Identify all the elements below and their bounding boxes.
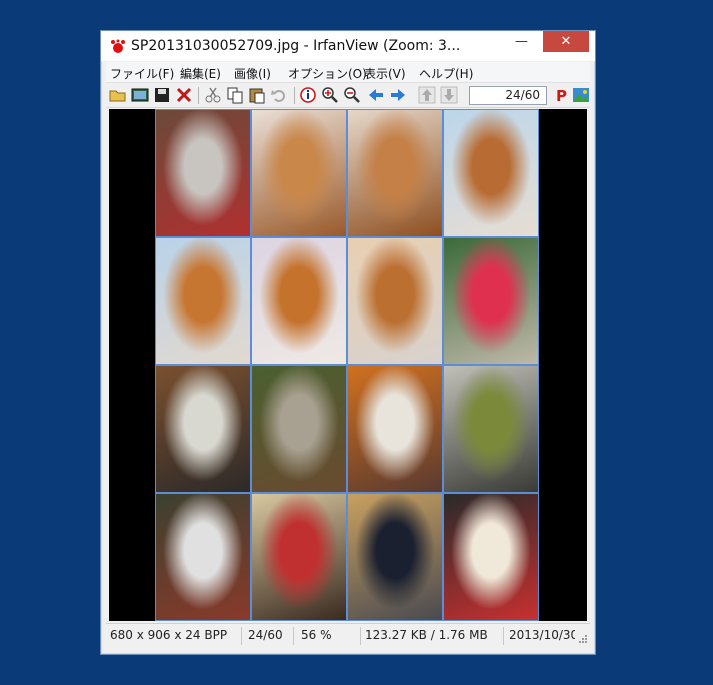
status-separator — [241, 627, 242, 645]
photo-tile-pomeranian-face — [155, 237, 251, 365]
first-file-icon[interactable] — [418, 86, 436, 104]
photo-tile-stone-lantern-night — [347, 493, 443, 621]
status-separator — [360, 627, 361, 645]
photo-tile-silver-plant-pot — [155, 365, 251, 493]
status-bar: 680 x 906 x 24 BPP 24/60 56 % 123.27 KB … — [106, 623, 590, 647]
zoom-out-icon[interactable] — [343, 86, 361, 104]
info-icon[interactable] — [299, 86, 317, 104]
status-file-size: 123.27 KB / 1.76 MB — [365, 628, 488, 642]
print-icon[interactable]: P — [553, 86, 571, 104]
photo-tile-pomeranian-sleeping-1 — [251, 109, 347, 237]
status-separator — [293, 627, 294, 645]
photo-tile-mask-display — [443, 493, 539, 621]
menu-image[interactable]: 画像(I) — [234, 65, 271, 82]
close-button[interactable]: ✕ — [543, 31, 589, 52]
status-separator — [503, 627, 504, 645]
photo-tile-festival-stalls — [251, 493, 347, 621]
photo-tile-bonsai-pots — [251, 365, 347, 493]
toolbar-separator — [198, 87, 199, 104]
undo-icon[interactable] — [270, 86, 288, 104]
irfanview-logo-icon — [111, 39, 125, 53]
menu-bar: ファイル(F) 編集(E) 画像(I) オプション(O) 表示(V) ヘルプ(H… — [106, 62, 590, 82]
delete-icon[interactable] — [175, 86, 193, 104]
previous-icon[interactable] — [367, 86, 385, 104]
menu-options[interactable]: オプション(O) — [288, 65, 367, 82]
photo-tile-red-cyclamen — [443, 237, 539, 365]
menu-help[interactable]: ヘルプ(H) — [419, 65, 473, 82]
cut-icon[interactable] — [204, 86, 222, 104]
minimize-button[interactable]: — — [508, 31, 535, 52]
menu-view[interactable]: 表示(V) — [364, 65, 406, 82]
title-bar[interactable]: SP20131030052709.jpg - IrfanView (Zoom: … — [101, 31, 595, 61]
displayed-image — [155, 109, 539, 621]
slideshow-icon[interactable] — [131, 86, 149, 104]
status-page: 24/60 — [248, 628, 283, 642]
page-indicator-field[interactable]: 24/60 — [469, 86, 547, 105]
resize-grip-icon[interactable] — [578, 634, 588, 644]
status-zoom: 56 % — [301, 628, 332, 642]
menu-edit[interactable]: 編集(E) — [180, 65, 221, 82]
toolbar-separator — [294, 87, 295, 104]
photo-tile-pomeranian-sleeping-2 — [347, 109, 443, 237]
copy-icon[interactable] — [226, 86, 244, 104]
next-icon[interactable] — [389, 86, 407, 104]
svg-text:P: P — [556, 87, 567, 104]
photo-tile-kagami-mochi — [347, 365, 443, 493]
paint-icon[interactable] — [572, 86, 590, 104]
save-icon[interactable] — [153, 86, 171, 104]
photo-tile-pomeranian-blanket — [251, 237, 347, 365]
paste-icon[interactable] — [248, 86, 266, 104]
photo-tile-pomeranian-sitting — [443, 109, 539, 237]
photo-tile-pomeranian-cushion — [347, 237, 443, 365]
last-file-icon[interactable] — [440, 86, 458, 104]
image-viewport[interactable] — [109, 109, 587, 621]
status-dimensions: 680 x 906 x 24 BPP — [110, 628, 228, 642]
menu-file[interactable]: ファイル(F) — [110, 65, 174, 82]
zoom-in-icon[interactable] — [321, 86, 339, 104]
window-title: SP20131030052709.jpg - IrfanView (Zoom: … — [131, 38, 461, 54]
toolbar: 24/60 P — [106, 82, 590, 108]
open-folder-icon[interactable] — [109, 86, 127, 104]
photo-tile-moss-pots — [443, 365, 539, 493]
irfanview-window: SP20131030052709.jpg - IrfanView (Zoom: … — [100, 30, 596, 655]
photo-tile-shrine-tree — [155, 109, 251, 237]
photo-tile-snowy-window — [155, 493, 251, 621]
status-date: 2013/10/30 — [509, 628, 575, 642]
